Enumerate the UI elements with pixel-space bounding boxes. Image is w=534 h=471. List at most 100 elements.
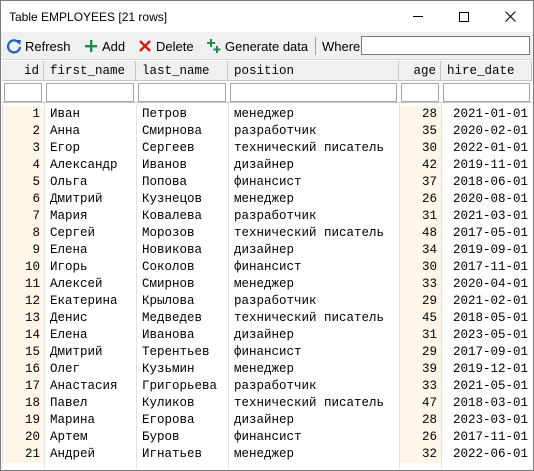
cell-id[interactable]: 18: [2, 395, 44, 412]
cell-position[interactable]: разработчик: [228, 208, 399, 225]
cell-age[interactable]: 30: [399, 140, 441, 157]
cell-first-name[interactable]: Александр: [44, 157, 136, 174]
cell-age[interactable]: 42: [399, 157, 441, 174]
column-header-position[interactable]: position: [228, 61, 399, 81]
cell-id[interactable]: 8: [2, 225, 44, 242]
cell-position[interactable]: менеджер: [228, 446, 399, 463]
cell-age[interactable]: 39: [399, 361, 441, 378]
cell-position[interactable]: менеджер: [228, 276, 399, 293]
cell-age[interactable]: 28: [399, 412, 441, 429]
cell-last-name[interactable]: Смирнов: [136, 276, 228, 293]
cell-id[interactable]: 2: [2, 123, 44, 140]
cell-position[interactable]: дизайнер: [228, 157, 399, 174]
cell-position[interactable]: дизайнер: [228, 412, 399, 429]
table-row[interactable]: 8 Сергей Морозов технический писатель 48 2017…: [2, 225, 532, 242]
cell-position[interactable]: дизайнер: [228, 242, 399, 259]
cell-id[interactable]: 13: [2, 310, 44, 327]
table-row[interactable]: 7 Мария Ковалева разработчик 31 2021-03-01: [2, 208, 532, 225]
column-header-id[interactable]: id: [2, 61, 44, 81]
cell-last-name[interactable]: Сергеев: [136, 140, 228, 157]
cell-id[interactable]: 9: [2, 242, 44, 259]
table-row[interactable]: 12 Екатерина Крылова разработчик 29 2021-02-0…: [2, 293, 532, 310]
table-row[interactable]: 1 Иван Петров менеджер 28 2021-01-01: [2, 106, 532, 123]
cell-hire-date[interactable]: 2019-12-01: [441, 361, 532, 378]
cell-hire-date[interactable]: 2021-05-01: [441, 378, 532, 395]
table-row[interactable]: 2 Анна Смирнова разработчик 35 2020-02-01: [2, 123, 532, 140]
cell-id[interactable]: 19: [2, 412, 44, 429]
cell-position[interactable]: финансист: [228, 174, 399, 191]
cell-hire-date[interactable]: 2017-11-01: [441, 259, 532, 276]
cell-first-name[interactable]: Иван: [44, 106, 136, 123]
cell-last-name[interactable]: Ковалева: [136, 208, 228, 225]
cell-last-name[interactable]: Крылова: [136, 293, 228, 310]
cell-position[interactable]: финансист: [228, 344, 399, 361]
cell-hire-date[interactable]: 2017-09-01: [441, 344, 532, 361]
cell-hire-date[interactable]: 2019-09-01: [441, 242, 532, 259]
cell-first-name[interactable]: Сергей: [44, 225, 136, 242]
column-header-first-name[interactable]: first_name: [44, 61, 136, 81]
filter-input-id[interactable]: [4, 83, 42, 102]
cell-hire-date[interactable]: 2019-11-01: [441, 157, 532, 174]
cell-hire-date[interactable]: 2021-01-01: [441, 106, 532, 123]
cell-age[interactable]: 30: [399, 259, 441, 276]
cell-age[interactable]: 48: [399, 225, 441, 242]
cell-hire-date[interactable]: 2020-04-01: [441, 276, 532, 293]
data-grid[interactable]: id first_name last_name position age hire_dat…: [2, 61, 532, 469]
cell-last-name[interactable]: Соколов: [136, 259, 228, 276]
cell-position[interactable]: финансист: [228, 429, 399, 446]
cell-hire-date[interactable]: 2023-03-01: [441, 412, 532, 429]
cell-position[interactable]: технический писатель: [228, 225, 399, 242]
table-row[interactable]: 13 Денис Медведев технический писатель 45 201…: [2, 310, 532, 327]
table-row[interactable]: 20 Артем Буров финансист 26 2017-11-01: [2, 429, 532, 446]
cell-first-name[interactable]: Андрей: [44, 446, 136, 463]
cell-id[interactable]: 4: [2, 157, 44, 174]
cell-last-name[interactable]: Иванов: [136, 157, 228, 174]
cell-position[interactable]: менеджер: [228, 191, 399, 208]
cell-hire-date[interactable]: 2022-01-01: [441, 140, 532, 157]
cell-position[interactable]: менеджер: [228, 361, 399, 378]
cell-first-name[interactable]: Денис: [44, 310, 136, 327]
cell-last-name[interactable]: Смирнова: [136, 123, 228, 140]
cell-hire-date[interactable]: 2018-05-01: [441, 310, 532, 327]
filter-input-last-name[interactable]: [138, 83, 226, 102]
cell-position[interactable]: технический писатель: [228, 310, 399, 327]
cell-age[interactable]: 33: [399, 378, 441, 395]
cell-last-name[interactable]: Морозов: [136, 225, 228, 242]
cell-first-name[interactable]: Мария: [44, 208, 136, 225]
cell-hire-date[interactable]: 2020-02-01: [441, 123, 532, 140]
filter-input-hire-date[interactable]: [443, 83, 530, 102]
cell-first-name[interactable]: Олег: [44, 361, 136, 378]
table-row[interactable]: 19 Марина Егорова дизайнер 28 2023-03-01: [2, 412, 532, 429]
cell-hire-date[interactable]: 2021-03-01: [441, 208, 532, 225]
cell-last-name[interactable]: Иванова: [136, 327, 228, 344]
cell-age[interactable]: 31: [399, 327, 441, 344]
cell-position[interactable]: финансист: [228, 259, 399, 276]
table-row[interactable]: 10 Игорь Соколов финансист 30 2017-11-01: [2, 259, 532, 276]
cell-id[interactable]: 16: [2, 361, 44, 378]
cell-id[interactable]: 20: [2, 429, 44, 446]
cell-last-name[interactable]: Буров: [136, 429, 228, 446]
delete-button[interactable]: Delete: [137, 35, 194, 57]
minimize-button[interactable]: [395, 1, 441, 32]
cell-position[interactable]: разработчик: [228, 293, 399, 310]
cell-last-name[interactable]: Медведев: [136, 310, 228, 327]
cell-first-name[interactable]: Дмитрий: [44, 191, 136, 208]
cell-position[interactable]: технический писатель: [228, 140, 399, 157]
maximize-button[interactable]: [441, 1, 487, 32]
cell-last-name[interactable]: Егорова: [136, 412, 228, 429]
cell-first-name[interactable]: Анна: [44, 123, 136, 140]
add-button[interactable]: Add: [83, 35, 125, 57]
cell-first-name[interactable]: Марина: [44, 412, 136, 429]
cell-first-name[interactable]: Алексей: [44, 276, 136, 293]
cell-last-name[interactable]: Попова: [136, 174, 228, 191]
table-row[interactable]: 9 Елена Новикова дизайнер 34 2019-09-01: [2, 242, 532, 259]
cell-age[interactable]: 26: [399, 429, 441, 446]
cell-first-name[interactable]: Артем: [44, 429, 136, 446]
cell-first-name[interactable]: Игорь: [44, 259, 136, 276]
cell-position[interactable]: разработчик: [228, 123, 399, 140]
cell-id[interactable]: 21: [2, 446, 44, 463]
table-row[interactable]: 14 Елена Иванова дизайнер 31 2023-05-01: [2, 327, 532, 344]
cell-first-name[interactable]: Анастасия: [44, 378, 136, 395]
filter-input-age[interactable]: [401, 83, 439, 102]
cell-first-name[interactable]: Дмитрий: [44, 344, 136, 361]
